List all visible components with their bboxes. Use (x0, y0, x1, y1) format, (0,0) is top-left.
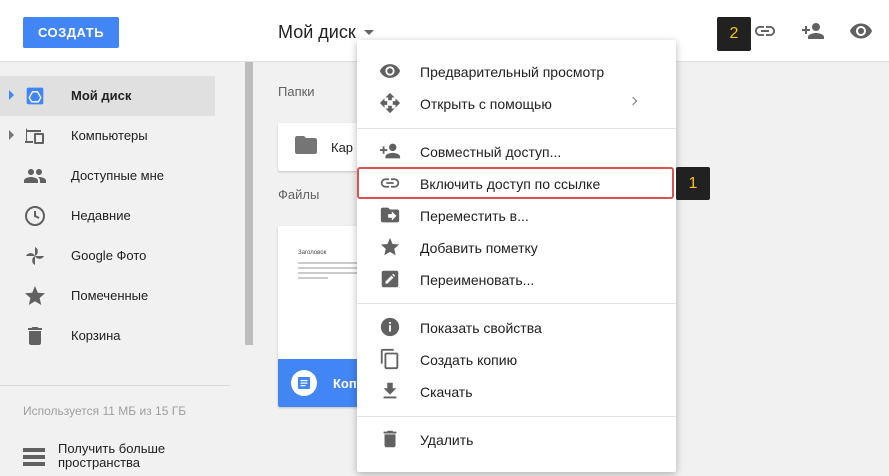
sidebar-item-label: Помеченные (71, 288, 149, 303)
computer-icon (23, 124, 47, 148)
sidebar-item-google-photos[interactable]: Google Фото (0, 236, 215, 276)
get-link-highlight-frame (357, 167, 674, 199)
context-menu: Предварительный просмотр Открыть с помощ… (357, 40, 676, 472)
move-arrows-icon (379, 92, 401, 114)
drive-icon (23, 84, 47, 108)
docs-icon (291, 370, 317, 396)
sidebar-divider (0, 385, 230, 386)
sidebar-item-my-drive[interactable]: Мой диск (0, 76, 215, 116)
eye-icon[interactable] (848, 18, 874, 44)
menu-item-label: Открыть с помощью (420, 96, 552, 112)
menu-item-label: Переместить в... (420, 208, 529, 224)
drive-title-label: Мой диск (278, 22, 356, 42)
caret-down-icon (363, 30, 374, 35)
create-button[interactable]: СОЗДАТЬ (23, 17, 119, 48)
sidebar-item-starred[interactable]: Помеченные (0, 276, 215, 316)
pencil-icon (379, 268, 401, 290)
folders-section-title: Папки (278, 84, 315, 99)
person-add-icon (379, 140, 401, 162)
menu-item-download[interactable]: Скачать (357, 375, 676, 407)
doc-text-line (298, 262, 358, 264)
pinwheel-icon (23, 244, 47, 268)
sidebar-item-label: Мой диск (71, 88, 132, 103)
menu-item-make-copy[interactable]: Создать копию (357, 343, 676, 375)
doc-text-line (298, 277, 328, 279)
download-icon (379, 380, 401, 402)
sidebar-item-label: Недавние (71, 208, 131, 223)
folder-move-icon (379, 204, 401, 226)
files-section-title: Файлы (278, 187, 320, 202)
storage-bars-icon (23, 448, 45, 471)
get-more-storage-link[interactable]: Получить больше пространства (23, 442, 223, 472)
star-icon (23, 284, 47, 308)
menu-divider (357, 128, 676, 129)
step-badge-two: 2 (717, 17, 751, 51)
doc-heading: Заголовок (298, 250, 327, 256)
sidebar-item-recent[interactable]: Недавние (0, 196, 215, 236)
sidebar-item-trash[interactable]: Корзина (0, 316, 215, 356)
expand-arrow-icon[interactable] (9, 130, 14, 140)
menu-item-label: Удалить (420, 432, 474, 448)
star-icon (379, 236, 401, 258)
people-icon (23, 164, 47, 188)
step-badge-one: 1 (676, 167, 710, 200)
menu-item-delete[interactable]: Удалить (357, 423, 676, 455)
menu-item-move-to[interactable]: Переместить в... (357, 199, 676, 231)
person-add-icon[interactable] (800, 18, 826, 44)
info-icon (379, 316, 401, 338)
sidebar-item-label: Google Фото (71, 248, 147, 263)
expand-arrow-icon[interactable] (9, 90, 14, 100)
folder-name: Кар (331, 139, 354, 155)
eye-icon (379, 60, 401, 82)
folder-icon (295, 135, 317, 159)
get-more-storage-label: Получить больше пространства (58, 441, 166, 470)
menu-item-rename[interactable]: Переименовать... (357, 263, 676, 295)
copy-icon (379, 348, 401, 370)
doc-text-line (298, 267, 358, 269)
menu-item-label: Предварительный просмотр (420, 64, 605, 80)
menu-item-add-star[interactable]: Добавить пометку (357, 231, 676, 263)
menu-item-label: Добавить пометку (420, 240, 538, 256)
menu-item-preview[interactable]: Предварительный просмотр (357, 55, 676, 87)
menu-item-label: Показать свойства (420, 320, 542, 336)
sidebar-item-label: Доступные мне (71, 168, 165, 183)
chevron-right-icon (628, 96, 638, 106)
clock-icon (23, 204, 47, 228)
doc-text-line (298, 272, 358, 274)
menu-divider (357, 303, 676, 304)
sidebar-item-label: Компьютеры (71, 128, 148, 143)
sidebar: Мой диск Компьютеры Доступные мне Недавн… (0, 62, 245, 476)
menu-item-details[interactable]: Показать свойства (357, 311, 676, 343)
menu-item-label: Переименовать... (420, 272, 535, 288)
storage-usage-text: Используется 11 МБ из 15 ГБ (23, 404, 187, 418)
menu-item-label: Совместный доступ... (420, 144, 562, 160)
sidebar-item-label: Корзина (71, 328, 121, 343)
menu-item-open-with[interactable]: Открыть с помощью (357, 87, 676, 119)
trash-icon (23, 324, 47, 348)
trash-icon (379, 428, 401, 450)
sidebar-item-computers[interactable]: Компьютеры (0, 116, 215, 156)
sidebar-item-shared[interactable]: Доступные мне (0, 156, 215, 196)
menu-divider (357, 416, 676, 417)
menu-item-label: Создать копию (420, 352, 518, 368)
sidebar-scrollbar[interactable] (245, 62, 253, 345)
menu-item-share[interactable]: Совместный доступ... (357, 135, 676, 167)
menu-item-label: Скачать (420, 384, 473, 400)
link-icon[interactable] (752, 18, 778, 44)
